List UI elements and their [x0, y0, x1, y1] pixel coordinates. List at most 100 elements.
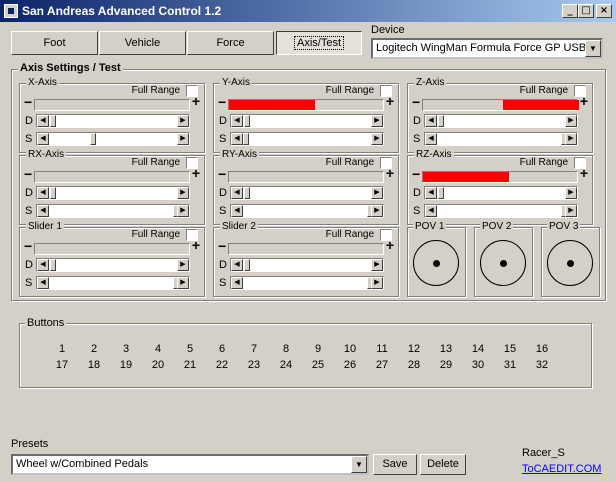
deadzone-slider[interactable]: ◀ ▶ [230, 258, 384, 272]
delete-button[interactable]: Delete [420, 454, 466, 475]
arrow-right-icon[interactable]: ▶ [177, 187, 189, 199]
slider-thumb[interactable] [50, 115, 56, 127]
button-indicator: 29 [439, 359, 453, 371]
slider-thumb[interactable] [438, 115, 444, 127]
close-button[interactable]: × [596, 4, 612, 18]
arrow-left-icon[interactable]: ◀ [231, 133, 243, 145]
arrow-left-icon[interactable]: ◀ [37, 277, 49, 289]
arrow-right-icon[interactable]: ▶ [177, 205, 189, 217]
slider-thumb[interactable] [50, 187, 56, 199]
arrow-right-icon[interactable]: ▶ [371, 205, 383, 217]
saturation-slider[interactable]: ◀ ▶ [230, 276, 384, 290]
axis-name: RY-Axis [220, 149, 260, 160]
arrow-left-icon[interactable]: ◀ [37, 259, 49, 271]
deadzone-slider[interactable]: ◀ ▶ [230, 114, 384, 128]
deadzone-slider[interactable]: ◀ ▶ [424, 114, 578, 128]
arrow-right-icon[interactable]: ▶ [565, 187, 577, 199]
pov-indicator [547, 240, 593, 286]
pov-dot [567, 260, 574, 267]
slider-thumb[interactable] [50, 259, 56, 271]
deadzone-slider[interactable]: ◀ ▶ [424, 186, 578, 200]
axis-value-bar [228, 171, 384, 183]
deadzone-slider[interactable]: ◀ ▶ [36, 258, 190, 272]
device-label: Device [371, 24, 405, 36]
axis-box: Slider 1 Full Range − + D ◀ ▶ S ◀ ▶ [19, 221, 205, 297]
arrow-left-icon[interactable]: ◀ [425, 187, 437, 199]
button-indicator: 13 [439, 343, 453, 355]
pov-name: POV 3 [547, 221, 581, 232]
deadzone-slider[interactable]: ◀ ▶ [36, 114, 190, 128]
arrow-right-icon[interactable]: ▶ [371, 133, 383, 145]
slider-thumb[interactable] [244, 115, 250, 127]
arrow-left-icon[interactable]: ◀ [231, 205, 243, 217]
minus-icon: − [24, 238, 33, 254]
slider-thumb[interactable] [438, 187, 444, 199]
device-select[interactable]: Logitech WingMan Formula Force GP USB ▼ [371, 38, 603, 59]
deadzone-label: D [25, 115, 33, 127]
button-indicator: 16 [535, 343, 549, 355]
chevron-down-icon[interactable]: ▼ [351, 456, 367, 473]
deadzone-slider[interactable]: ◀ ▶ [36, 186, 190, 200]
slider-thumb[interactable] [243, 133, 249, 145]
arrow-right-icon[interactable]: ▶ [177, 115, 189, 127]
maximize-button[interactable]: □ [578, 4, 594, 18]
tab-foot[interactable]: Foot [11, 31, 98, 55]
arrow-left-icon[interactable]: ◀ [425, 133, 437, 145]
axis-value-bar [34, 171, 190, 183]
save-button[interactable]: Save [373, 454, 417, 475]
minus-icon: − [218, 166, 227, 182]
arrow-left-icon[interactable]: ◀ [37, 133, 49, 145]
chevron-down-icon[interactable]: ▼ [585, 40, 601, 57]
presets-select[interactable]: Wheel w/Combined Pedals ▼ [11, 454, 369, 475]
arrow-left-icon[interactable]: ◀ [37, 187, 49, 199]
arrow-right-icon[interactable]: ▶ [565, 205, 577, 217]
arrow-right-icon[interactable]: ▶ [371, 259, 383, 271]
arrow-left-icon[interactable]: ◀ [37, 205, 49, 217]
deadzone-label: D [413, 187, 421, 199]
saturation-slider[interactable]: ◀ ▶ [36, 132, 190, 146]
axis-value-fill [229, 100, 315, 110]
arrow-left-icon[interactable]: ◀ [231, 187, 243, 199]
arrow-right-icon[interactable]: ▶ [177, 259, 189, 271]
saturation-slider[interactable]: ◀ ▶ [36, 204, 190, 218]
slider-thumb[interactable] [89, 133, 96, 145]
arrow-left-icon[interactable]: ◀ [425, 205, 437, 217]
arrow-left-icon[interactable]: ◀ [231, 115, 243, 127]
arrow-right-icon[interactable]: ▶ [371, 277, 383, 289]
saturation-slider[interactable]: ◀ ▶ [230, 204, 384, 218]
minus-icon: − [218, 94, 227, 110]
pov-indicator [480, 240, 526, 286]
arrow-left-icon[interactable]: ◀ [37, 115, 49, 127]
slider-thumb[interactable] [244, 187, 250, 199]
minimize-button[interactable]: _ [562, 4, 578, 18]
tab-force[interactable]: Force [187, 31, 274, 55]
button-indicator: 17 [55, 359, 69, 371]
website-link[interactable]: ToCAEDIT.COM [522, 463, 601, 475]
tab-axis-test-label: Axis/Test [293, 36, 345, 50]
arrow-right-icon[interactable]: ▶ [565, 133, 577, 145]
tab-vehicle[interactable]: Vehicle [99, 31, 186, 55]
button-indicator: 12 [407, 343, 421, 355]
arrow-left-icon[interactable]: ◀ [425, 115, 437, 127]
axis-value-bar [34, 99, 190, 111]
deadzone-label: D [25, 187, 33, 199]
arrow-right-icon[interactable]: ▶ [177, 133, 189, 145]
deadzone-slider[interactable]: ◀ ▶ [230, 186, 384, 200]
arrow-left-icon[interactable]: ◀ [231, 259, 243, 271]
arrow-right-icon[interactable]: ▶ [177, 277, 189, 289]
button-indicator: 26 [343, 359, 357, 371]
arrow-right-icon[interactable]: ▶ [371, 115, 383, 127]
deadzone-label: D [219, 187, 227, 199]
saturation-slider[interactable]: ◀ ▶ [230, 132, 384, 146]
slider-thumb[interactable] [244, 259, 250, 271]
pov-indicator [413, 240, 459, 286]
saturation-slider[interactable]: ◀ ▶ [424, 132, 578, 146]
arrow-right-icon[interactable]: ▶ [565, 115, 577, 127]
tab-axis-test[interactable]: Axis/Test [276, 31, 362, 55]
button-indicator: 22 [215, 359, 229, 371]
saturation-slider[interactable]: ◀ ▶ [424, 204, 578, 218]
saturation-slider[interactable]: ◀ ▶ [36, 276, 190, 290]
arrow-right-icon[interactable]: ▶ [371, 187, 383, 199]
presets-label: Presets [11, 438, 49, 450]
arrow-left-icon[interactable]: ◀ [231, 277, 243, 289]
